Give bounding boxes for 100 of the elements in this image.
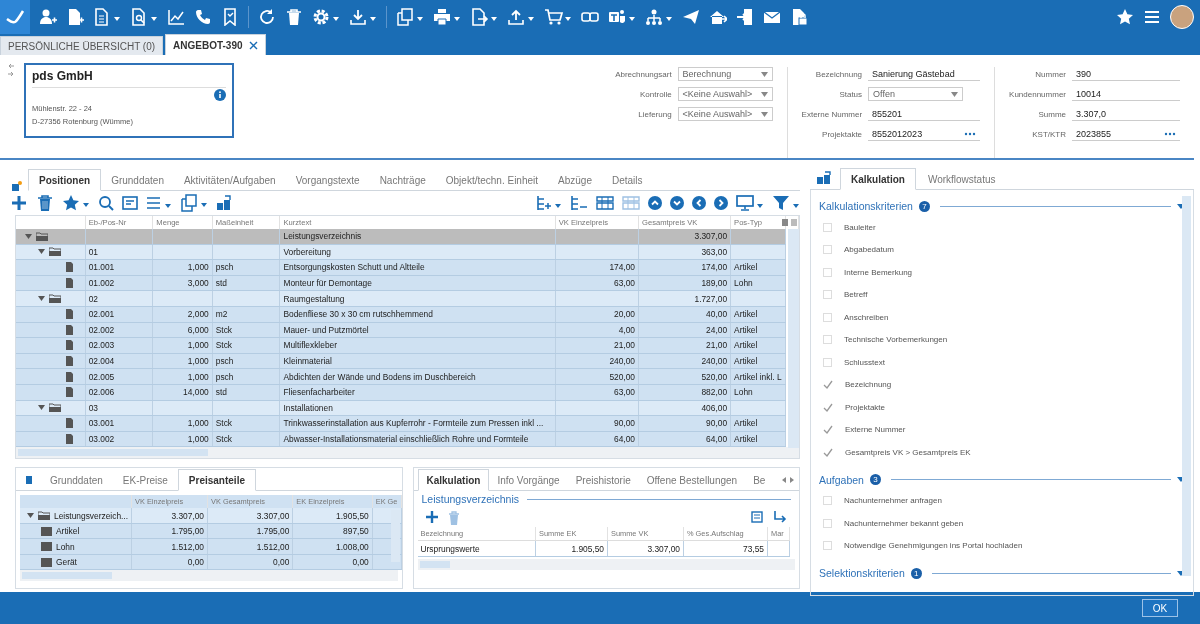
delete-icon[interactable]	[36, 194, 54, 212]
id-card-icon[interactable]	[122, 196, 138, 210]
teams-icon[interactable]	[608, 8, 636, 26]
tab[interactable]: Details	[601, 170, 653, 190]
tree-cell[interactable]	[16, 322, 86, 338]
tab[interactable]: Preishistorie	[567, 470, 639, 491]
copy-icon[interactable]	[180, 194, 208, 212]
user-avatar[interactable]	[1170, 5, 1194, 29]
arrow-right-icon[interactable]	[8, 71, 14, 77]
copy-icon[interactable]	[396, 8, 424, 26]
grid-group-icon[interactable]	[596, 195, 614, 211]
info-icon[interactable]	[214, 89, 226, 101]
tree-cell[interactable]: Leistungsverzeich...	[20, 508, 132, 524]
arrow-left-icon[interactable]	[8, 63, 14, 69]
left-icon[interactable]	[692, 196, 706, 210]
expanded-caret-icon[interactable]	[38, 404, 45, 412]
tab[interactable]: Vorgangstexte	[285, 170, 370, 190]
structure-icon[interactable]	[816, 171, 832, 185]
add-document-icon[interactable]	[66, 8, 84, 26]
star-dropdown-icon[interactable]	[62, 194, 90, 212]
tab[interactable]: Objekt/techn. Einheit	[435, 170, 549, 190]
tree-cell[interactable]	[16, 244, 86, 260]
add-person-icon[interactable]	[39, 8, 57, 26]
send-icon[interactable]	[682, 8, 700, 26]
structure-icon[interactable]	[216, 195, 232, 211]
tab[interactable]: Be	[745, 470, 774, 491]
input-field[interactable]: 2023855	[1072, 127, 1180, 141]
tab[interactable]: Grunddaten	[101, 170, 174, 190]
tab[interactable]: Info Vorgänge	[489, 470, 568, 491]
vertical-scrollbar[interactable]	[390, 510, 400, 563]
tree-cell[interactable]	[16, 431, 86, 447]
refresh-icon[interactable]	[258, 8, 276, 26]
delete-icon[interactable]	[285, 8, 303, 26]
add-icon[interactable]	[10, 194, 28, 212]
tree-cell[interactable]	[16, 400, 86, 416]
tab[interactable]: Aktivitäten/Aufgaben	[173, 170, 286, 190]
tree-cell[interactable]: Gerät	[20, 554, 132, 570]
org-chart-icon[interactable]	[645, 8, 673, 26]
tree-cell[interactable]: Artikel	[20, 523, 132, 539]
checkbox[interactable]	[823, 267, 832, 277]
up-icon[interactable]	[648, 196, 662, 210]
tree-cell[interactable]	[16, 337, 86, 354]
search-icon[interactable]	[98, 195, 114, 211]
right-icon[interactable]	[714, 196, 728, 210]
dropdown-field[interactable]: Berechnung	[677, 67, 773, 81]
input-field[interactable]: 390	[1072, 67, 1180, 81]
ok-button[interactable]: OK	[1142, 599, 1178, 617]
checkmark[interactable]	[823, 380, 833, 390]
tab[interactable]: Nachträge	[369, 170, 436, 190]
tab[interactable]: Offene Bestellungen	[638, 470, 746, 491]
document-icon[interactable]	[93, 8, 121, 26]
print-icon[interactable]	[433, 8, 461, 26]
input-field[interactable]: 855201	[868, 107, 981, 121]
document-tab[interactable]: PERSÖNLICHE ÜBERSICHT (0)	[0, 36, 164, 55]
dropdown-field[interactable]: Offen	[868, 87, 964, 101]
vertical-scrollbar[interactable]	[1182, 196, 1191, 576]
document-tab[interactable]: ANGEBOT-390	[165, 34, 266, 55]
download-icon[interactable]	[349, 8, 377, 26]
checkmark[interactable]	[823, 447, 833, 457]
dropdown-field[interactable]: <Keine Auswahl>	[677, 107, 773, 121]
tab[interactable]: EK-Preise	[112, 470, 178, 491]
document-export-icon[interactable]	[470, 8, 498, 26]
exit-icon[interactable]	[736, 8, 754, 26]
more-icon[interactable]	[964, 131, 977, 136]
tab[interactable]: Positionen	[28, 169, 102, 191]
vertical-scrollbar[interactable]	[788, 229, 799, 448]
checkbox[interactable]	[823, 518, 832, 528]
tree-cell[interactable]	[16, 384, 86, 401]
remove-row-icon[interactable]	[570, 195, 588, 211]
tree-cell[interactable]	[16, 353, 86, 369]
settings-icon[interactable]	[312, 8, 340, 26]
tab[interactable]: Workflowstatus	[917, 169, 1006, 189]
tab[interactable]: Preisanteile	[177, 469, 256, 492]
upload-icon[interactable]	[507, 8, 535, 26]
tree-cell[interactable]: Lohn	[20, 538, 132, 555]
locked-document-icon[interactable]	[790, 8, 808, 26]
panel-icon[interactable]	[26, 476, 32, 485]
input-field[interactable]: 3.307,0	[1072, 107, 1180, 121]
checkbox[interactable]	[823, 290, 832, 300]
expanded-caret-icon[interactable]	[38, 248, 45, 256]
list-dropdown-icon[interactable]	[146, 195, 172, 211]
menu-icon[interactable]	[1143, 8, 1161, 26]
house-arrow-icon[interactable]	[709, 8, 727, 26]
expanded-caret-icon[interactable]	[25, 232, 32, 240]
input-field[interactable]: Sanierung Gästebad	[868, 67, 981, 81]
tab[interactable]: Grunddaten	[40, 470, 113, 491]
star-icon[interactable]	[1116, 8, 1134, 26]
checkbox[interactable]	[823, 312, 832, 322]
enter-arrow-icon[interactable]	[773, 511, 787, 524]
tab[interactable]: Abzüge	[548, 170, 602, 190]
checkmark[interactable]	[823, 425, 833, 435]
filter-icon[interactable]	[772, 195, 800, 211]
checkbox[interactable]	[823, 496, 832, 506]
input-field[interactable]: 8552012023	[868, 127, 981, 141]
checkbox[interactable]	[823, 335, 832, 345]
tree-cell[interactable]	[16, 259, 86, 276]
note-icon[interactable]	[751, 511, 763, 524]
add-row-icon[interactable]	[536, 195, 562, 211]
cart-icon[interactable]	[544, 8, 572, 26]
checkbox[interactable]	[823, 357, 832, 367]
